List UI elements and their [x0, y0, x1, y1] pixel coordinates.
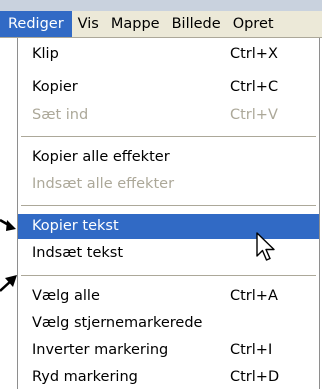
menu-item-label: Kopier tekst [32, 218, 119, 234]
menu-item-label: Sæt ind [32, 107, 89, 123]
menu-item-shortcut: Ctrl+X [230, 46, 278, 62]
window-top-strip [0, 0, 322, 11]
menu-item-vaelg-alle[interactable]: Vælg alle Ctrl+A [18, 284, 319, 309]
menu-mappe[interactable]: Mappe [105, 11, 166, 37]
menu-item-indsaet-alle-effekter[interactable]: Indsæt alle effekter [18, 172, 319, 197]
menu-item-label: Inverter markering [32, 342, 169, 358]
menu-item-label: Ryd markering [32, 369, 138, 385]
menu-item-shortcut: Ctrl+D [230, 369, 280, 385]
pointer-arrow-icon [0, 218, 16, 231]
menu-item-label: Kopier [32, 79, 78, 95]
menu-item-shortcut: Ctrl+C [230, 79, 279, 95]
menu-item-shortcut: Ctrl+A [230, 288, 278, 304]
menu-opret[interactable]: Opret [227, 11, 280, 37]
menu-vis[interactable]: Vis [72, 11, 105, 37]
menu-item-label: Vælg stjernemarkerede [32, 315, 203, 331]
menu-separator [21, 136, 316, 137]
menu-bar: Rediger Vis Mappe Billede Opret [0, 11, 322, 38]
mouse-cursor-icon [256, 232, 275, 261]
menu-item-label: Klip [32, 46, 59, 62]
menu-separator [21, 275, 316, 276]
menu-item-vaelg-stjernemarkerede[interactable]: Vælg stjernemarkerede [18, 311, 319, 336]
menu-item-kopier-alle-effekter[interactable]: Kopier alle effekter [18, 145, 319, 170]
menu-item-ryd-markering[interactable]: Ryd markering Ctrl+D [18, 365, 319, 390]
menu-item-saet-ind[interactable]: Sæt ind Ctrl+V [18, 103, 319, 128]
menu-billede[interactable]: Billede [166, 11, 227, 37]
menu-rediger[interactable]: Rediger [0, 11, 72, 37]
menu-separator [21, 205, 316, 206]
menu-item-label: Indsæt alle effekter [32, 176, 175, 192]
menu-item-label: Indsæt tekst [32, 245, 124, 261]
edit-dropdown-menu: Klip Ctrl+X Kopier Ctrl+C Sæt ind Ctrl+V… [17, 38, 320, 389]
menu-item-shortcut: Ctrl+V [230, 107, 278, 123]
pointer-arrow-icon [0, 275, 17, 292]
menu-item-label: Kopier alle effekter [32, 149, 170, 165]
menu-item-label: Vælg alle [32, 288, 100, 304]
menu-item-kopier[interactable]: Kopier Ctrl+C [18, 75, 319, 100]
menu-item-klip[interactable]: Klip Ctrl+X [18, 42, 319, 67]
menu-item-shortcut: Ctrl+I [230, 342, 273, 358]
menu-item-inverter-markering[interactable]: Inverter markering Ctrl+I [18, 338, 319, 363]
